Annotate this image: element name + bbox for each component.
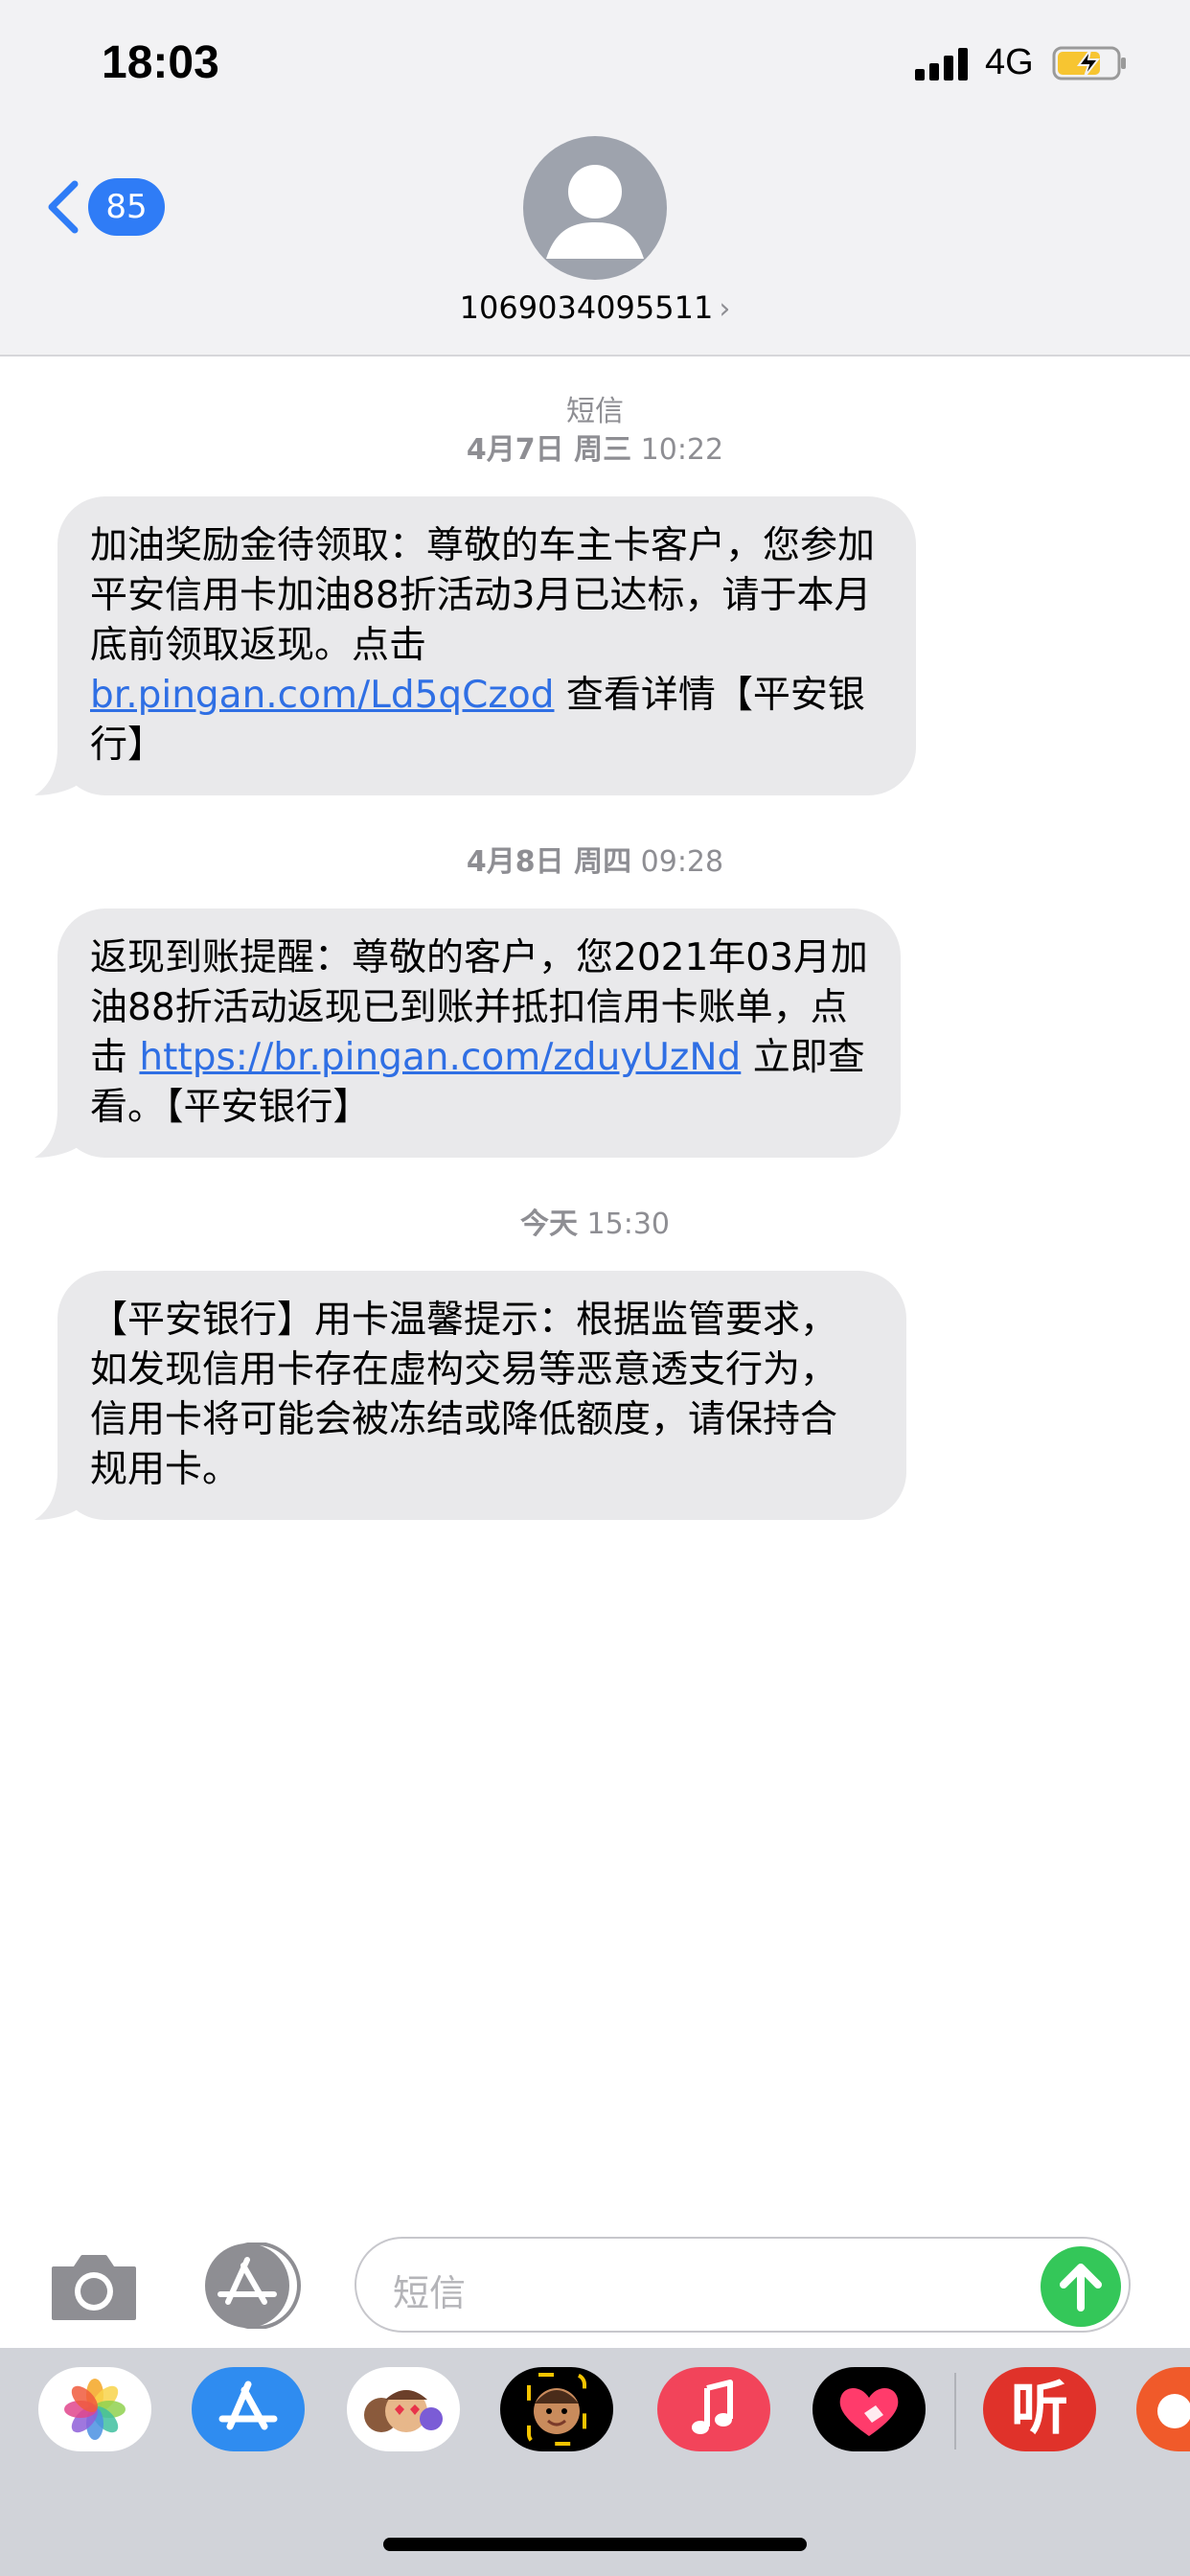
send-button[interactable] xyxy=(1041,2246,1121,2327)
contact-avatar[interactable] xyxy=(523,136,667,280)
heart-icon xyxy=(839,2388,899,2436)
contact-number: 1069034095511 xyxy=(459,289,714,326)
memoji-icon xyxy=(364,2390,443,2432)
message-input-placeholder: 短信 xyxy=(393,2272,467,2314)
app-store-glyph-icon xyxy=(218,2380,278,2430)
send-arrow-icon xyxy=(1060,2264,1102,2312)
timestamp-date: 4月8日 周四 xyxy=(466,845,632,879)
timestamp-time: 10:22 xyxy=(640,433,724,467)
ting-app-icon[interactable]: 听 xyxy=(983,2367,1096,2451)
photos-app-icon[interactable] xyxy=(38,2367,151,2451)
bubble-tail xyxy=(34,748,88,795)
digital-touch-app-icon[interactable] xyxy=(812,2367,926,2451)
message-bubble[interactable]: 加油奖励金待领取：尊敬的车主卡客户，您参加平安信用卡加油88折活动3月已达标，请… xyxy=(34,496,916,795)
signal-icon xyxy=(915,48,969,80)
back-button[interactable]: 85 xyxy=(44,172,169,240)
chevron-left-icon xyxy=(48,180,79,234)
message-text: 【平安银行】用卡温馨提示：根据监管要求，如发现信用卡存在虚构交易等恶意透支行为，… xyxy=(90,1299,838,1491)
battery-charging-icon xyxy=(1052,46,1126,80)
partial-app-icon[interactable] xyxy=(1136,2367,1190,2451)
unread-count-badge: 85 xyxy=(88,178,165,236)
app-store-icon[interactable] xyxy=(201,2242,307,2329)
message-input[interactable]: 短信 xyxy=(355,2237,1131,2333)
message-text: 加油奖励金待领取：尊敬的车主卡客户，您参加平安信用卡加油88折活动3月已达标，请… xyxy=(90,524,876,667)
timestamp-date: 今天 xyxy=(519,1208,578,1241)
contact-number-button[interactable]: 1069034095511 › xyxy=(0,289,1190,326)
ting-label: 听 xyxy=(1011,2376,1068,2443)
app-store-app-icon[interactable] xyxy=(192,2367,305,2451)
partial-app-glyph-icon xyxy=(1157,2394,1190,2428)
music-app-icon[interactable] xyxy=(657,2367,770,2451)
timestamp-time: 15:30 xyxy=(586,1208,670,1241)
network-type: 4G xyxy=(985,42,1034,82)
person-icon xyxy=(546,165,644,259)
conversation-type-label: 短信 xyxy=(566,395,624,428)
message-bubble[interactable]: 返现到账提醒：尊敬的客户，您2021年03月加油88折活动返现已到账并抵扣信用卡… xyxy=(34,908,901,1158)
bubble-tail xyxy=(34,1110,88,1158)
timestamp: 今天 15:30 xyxy=(0,1206,1190,1244)
home-indicator[interactable] xyxy=(383,2538,807,2551)
animoji-app-icon[interactable] xyxy=(500,2367,613,2451)
timestamp-time: 09:28 xyxy=(640,845,724,879)
memoji-stickers-app-icon[interactable] xyxy=(347,2367,460,2451)
message-bubble[interactable]: 【平安银行】用卡温馨提示：根据监管要求，如发现信用卡存在虚构交易等恶意透支行为，… xyxy=(34,1271,906,1520)
conversation-header: 18:03 4G 85 1069034095511 › xyxy=(0,0,1190,356)
message-link[interactable]: br.pingan.com/Ld5qCzod xyxy=(90,674,555,717)
music-note-icon xyxy=(692,2380,733,2434)
chevron-right-icon: › xyxy=(719,292,731,326)
bubble-tail xyxy=(34,1472,88,1520)
camera-icon[interactable] xyxy=(48,2249,140,2324)
drawer-separator xyxy=(954,2373,956,2450)
animoji-icon xyxy=(527,2373,586,2446)
photos-icon xyxy=(64,2379,126,2440)
message-link[interactable]: https://br.pingan.com/zduyUzNd xyxy=(139,1036,741,1079)
timestamp: 4月7日 周三 10:22 xyxy=(0,431,1190,470)
timestamp: 4月8日 周四 09:28 xyxy=(0,843,1190,882)
timestamp-date: 4月7日 周三 xyxy=(466,433,632,467)
status-time: 18:03 xyxy=(102,37,219,88)
